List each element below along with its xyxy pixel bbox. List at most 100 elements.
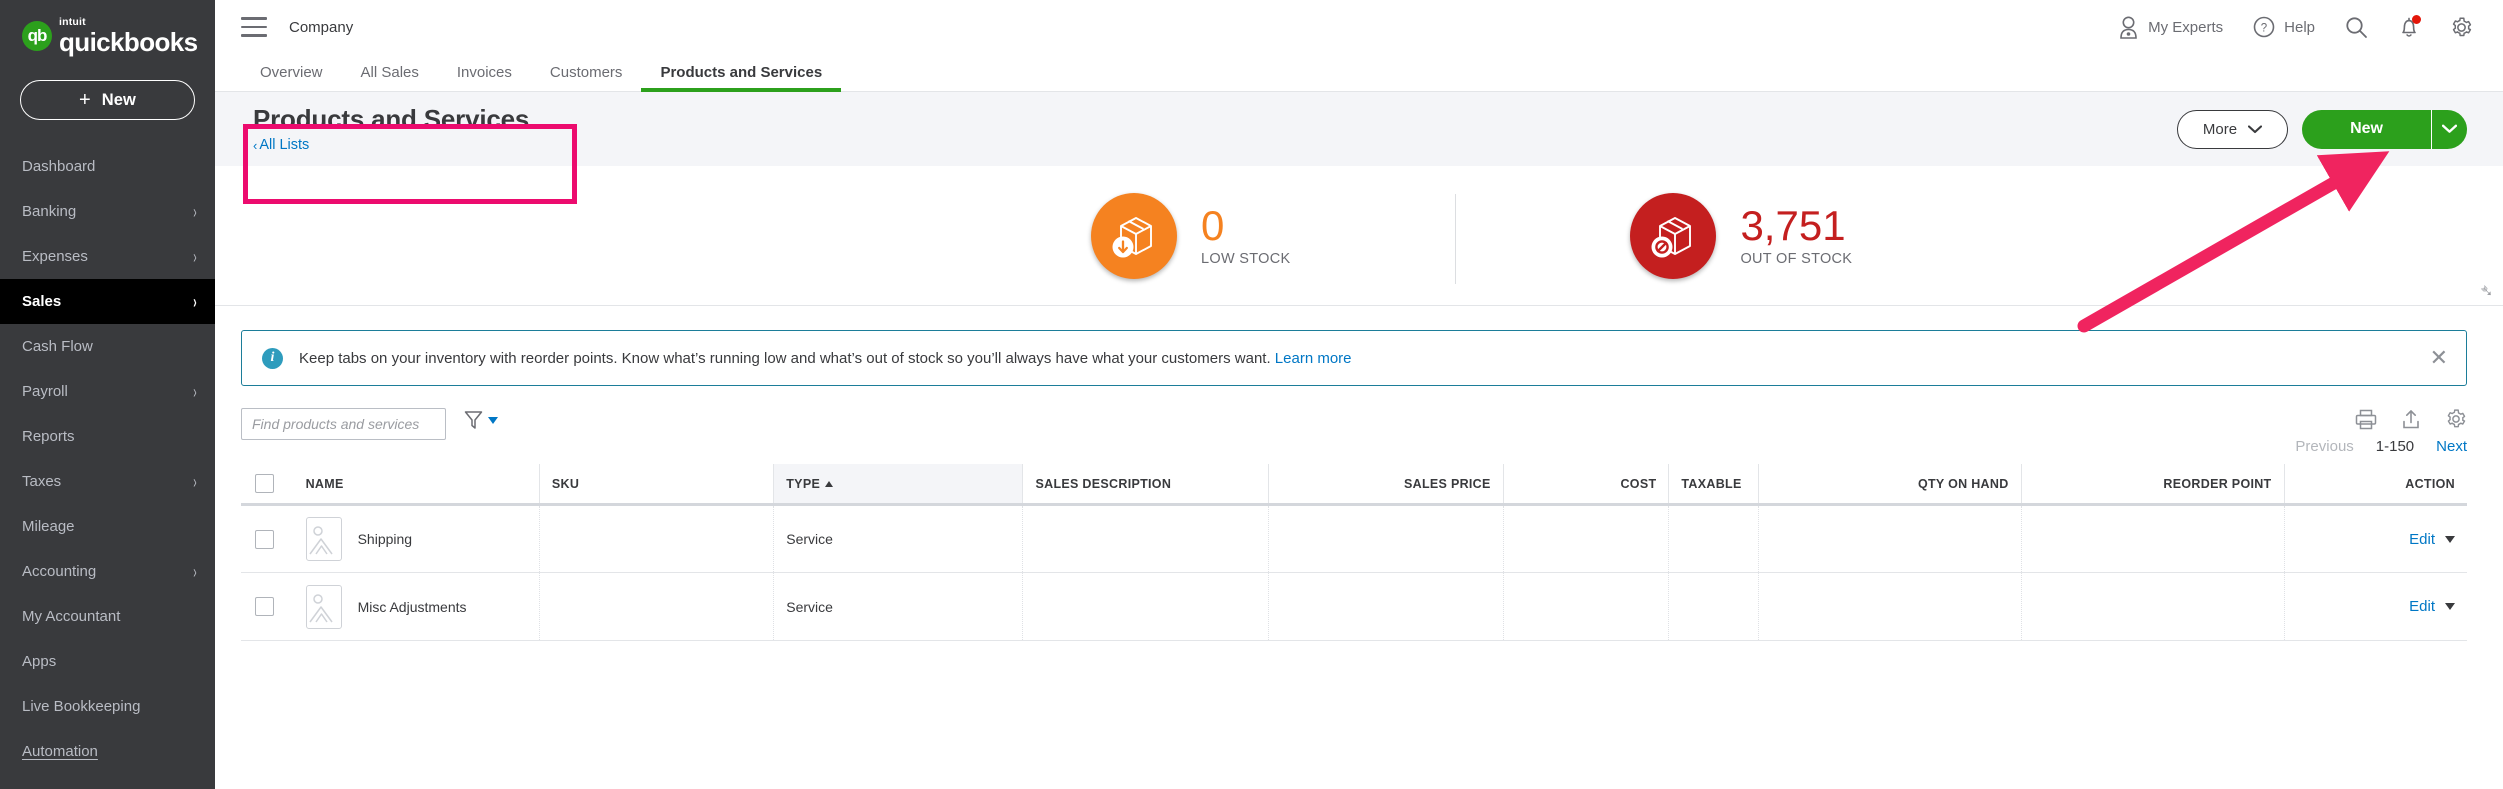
table-row[interactable]: Shipping Service Edit — [241, 504, 2467, 573]
banner-area: i Keep tabs on your inventory with reord… — [215, 306, 2503, 386]
pagination: Previous 1-150 Next — [2295, 438, 2467, 455]
column-header-sku[interactable]: SKU — [539, 464, 775, 506]
tab-products-and-services[interactable]: Products and Services — [641, 64, 841, 92]
list-toolbar: Previous 1-150 Next — [215, 386, 2503, 464]
stat-out-of-stock-text: 3,751 OUT OF STOCK — [1740, 204, 1852, 267]
learn-more-link[interactable]: Learn more — [1275, 350, 1352, 367]
help-label: Help — [2284, 18, 2315, 36]
export-upload-icon[interactable] — [2401, 409, 2421, 430]
hamburger-icon[interactable] — [241, 17, 267, 37]
sidebar-item-label: Mileage — [22, 518, 75, 535]
column-header-taxable[interactable]: TAXABLE — [1668, 464, 1759, 506]
tab-customers[interactable]: Customers — [531, 64, 642, 91]
sidebar-item-banking[interactable]: Banking › — [0, 189, 215, 234]
column-header-action: ACTION — [2284, 464, 2467, 506]
breadcrumb-all-lists[interactable]: ‹ All Lists — [253, 137, 529, 153]
sidebar-item-label: Apps — [22, 653, 57, 670]
edit-link[interactable]: Edit — [2409, 598, 2435, 615]
sidebar-item-expenses[interactable]: Expenses › — [0, 234, 215, 279]
column-header-reorder-point[interactable]: REORDER POINT — [2021, 464, 2285, 506]
select-all-header — [241, 464, 294, 506]
chevron-down-icon[interactable] — [2445, 603, 2455, 610]
product-name: Shipping — [357, 531, 413, 547]
pagination-previous[interactable]: Previous — [2295, 438, 2353, 455]
new-button[interactable]: New — [2302, 109, 2431, 149]
more-button[interactable]: More — [2176, 109, 2289, 149]
chevron-left-icon: ‹ — [253, 137, 258, 153]
sidebar-item-label: Taxes — [22, 473, 62, 490]
sidebar-item-payroll[interactable]: Payroll › — [0, 369, 215, 414]
close-icon[interactable]: ✕ — [2430, 347, 2448, 369]
row-select-cell — [241, 504, 294, 573]
settings-button[interactable] — [2450, 16, 2473, 39]
collapse-panel-icon[interactable]: ➳ — [2474, 279, 2498, 303]
sidebar-item-label: Payroll — [22, 383, 68, 400]
chevron-right-icon: › — [193, 245, 197, 268]
sub-nav-tabs: Overview All Sales Invoices Customers Pr… — [215, 54, 2503, 92]
sidebar-item-sales[interactable]: Sales › — [0, 279, 215, 324]
new-dropdown-button[interactable] — [2431, 109, 2467, 149]
sidebar-item-automation[interactable]: Automation — [0, 729, 215, 774]
sidebar-new-label: New — [101, 90, 136, 109]
cell-sales-price — [1268, 504, 1504, 573]
search-button[interactable] — [2345, 16, 2368, 39]
svg-text:?: ? — [2261, 23, 2267, 35]
cell-qty-on-hand — [1758, 572, 2022, 641]
chevron-down-icon — [2442, 124, 2457, 133]
cell-sales-price — [1268, 572, 1504, 641]
select-all-checkbox[interactable] — [255, 474, 274, 493]
column-header-name[interactable]: NAME — [293, 464, 540, 506]
page-header: Products and Services ‹ All Lists More N… — [215, 92, 2503, 166]
column-header-type-label: TYPE — [786, 476, 821, 491]
tab-overview[interactable]: Overview — [241, 64, 342, 91]
tab-all-sales[interactable]: All Sales — [342, 64, 438, 91]
print-icon[interactable] — [2355, 409, 2377, 430]
notifications-button[interactable] — [2398, 14, 2421, 39]
sidebar-item-dashboard[interactable]: Dashboard — [0, 144, 215, 189]
toolbar-right: Previous 1-150 Next — [2295, 408, 2467, 455]
sidebar-item-mileage[interactable]: Mileage — [0, 504, 215, 549]
row-checkbox[interactable] — [255, 597, 274, 616]
filter-button[interactable] — [464, 410, 498, 430]
sidebar-item-live-bookkeeping[interactable]: Live Bookkeeping — [0, 684, 215, 729]
column-header-sales-description[interactable]: SALES DESCRIPTION — [1022, 464, 1270, 506]
sidebar-item-label: Expenses — [22, 248, 88, 265]
table-row[interactable]: Misc Adjustments Service Edit — [241, 572, 2467, 641]
column-header-sales-price[interactable]: SALES PRICE — [1268, 464, 1504, 506]
stat-out-of-stock[interactable]: 3,751 OUT OF STOCK — [1630, 192, 1852, 279]
my-experts-button[interactable]: My Experts — [2118, 16, 2223, 39]
help-button[interactable]: ? Help — [2253, 16, 2315, 38]
cell-qty-on-hand — [1758, 504, 2022, 573]
person-icon — [2120, 16, 2137, 39]
sidebar-item-my-accountant[interactable]: My Accountant — [0, 594, 215, 639]
gear-icon[interactable] — [2445, 408, 2467, 430]
chevron-right-icon: › — [193, 290, 197, 313]
chevron-right-icon: › — [193, 380, 197, 403]
brand-logo[interactable]: qb intuit quickbooks — [0, 0, 215, 56]
inventory-info-banner: i Keep tabs on your inventory with reord… — [241, 330, 2467, 386]
sidebar-item-taxes[interactable]: Taxes › — [0, 459, 215, 504]
sidebar-item-label: Automation — [22, 743, 98, 760]
box-arrow-down-icon — [1091, 192, 1177, 279]
cell-sales-description — [1022, 504, 1270, 573]
search-input[interactable] — [241, 408, 446, 440]
sidebar-item-cash-flow[interactable]: Cash Flow — [0, 324, 215, 369]
stat-low-stock[interactable]: 0 LOW STOCK — [1091, 192, 1290, 279]
pagination-next[interactable]: Next — [2436, 438, 2467, 455]
chevron-down-icon[interactable] — [2445, 535, 2455, 543]
table-header-row: NAME SKU TYPE SALES DESCRIPTION SALES PR… — [241, 464, 2467, 506]
cell-action: Edit — [2284, 504, 2467, 573]
column-header-cost[interactable]: COST — [1503, 464, 1670, 506]
question-circle-icon: ? — [2253, 16, 2275, 38]
row-checkbox[interactable] — [255, 529, 274, 549]
product-thumbnail-icon — [305, 584, 342, 629]
breadcrumb-label: All Lists — [259, 137, 310, 154]
column-header-qty-on-hand[interactable]: QTY ON HAND — [1758, 464, 2022, 506]
edit-link[interactable]: Edit — [2409, 531, 2435, 548]
sidebar-new-button[interactable]: + New — [20, 80, 195, 120]
sidebar-item-reports[interactable]: Reports — [0, 414, 215, 459]
tab-invoices[interactable]: Invoices — [438, 64, 531, 91]
sidebar-item-accounting[interactable]: Accounting › — [0, 549, 215, 594]
sidebar-item-apps[interactable]: Apps — [0, 639, 215, 684]
column-header-type[interactable]: TYPE — [773, 464, 1024, 506]
